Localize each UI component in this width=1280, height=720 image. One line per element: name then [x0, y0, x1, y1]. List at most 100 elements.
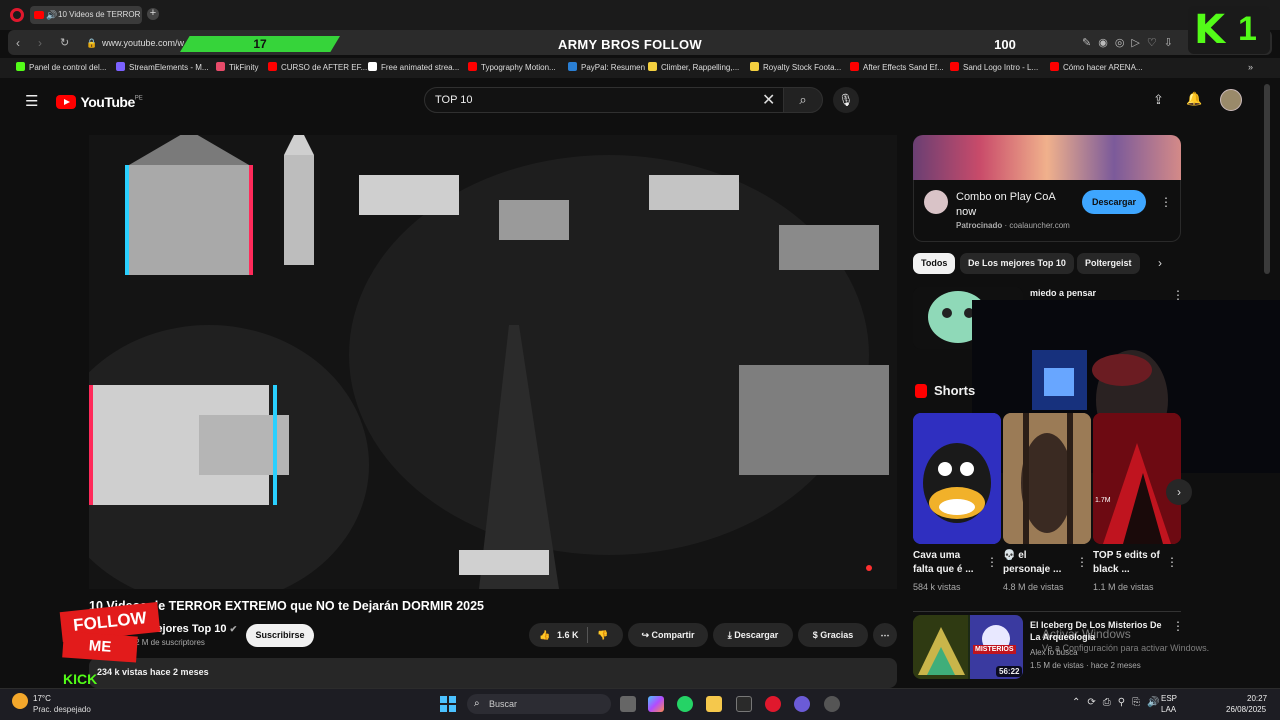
copilot-icon[interactable]: [648, 696, 664, 712]
epic-games-icon[interactable]: [736, 696, 752, 712]
file-explorer-icon[interactable]: [706, 696, 722, 712]
bookmark-item[interactable]: After Effects Sand Ef...: [850, 62, 944, 72]
bookmark-favicon-icon: [850, 62, 859, 71]
short-thumbnail-2[interactable]: [1003, 413, 1091, 544]
more-actions-button[interactable]: ⋯: [873, 623, 897, 647]
like-icon[interactable]: 👍: [539, 623, 550, 647]
ad-title[interactable]: Combo on Play CoA now: [956, 190, 1076, 220]
video-frame: [89, 135, 897, 589]
browser-tab-bar: [0, 0, 1280, 30]
download-button[interactable]: ⤓ Descargar: [713, 623, 793, 647]
shorts-icon: [915, 384, 927, 398]
youtube-wordmark: YouTube: [80, 93, 135, 110]
clock-date[interactable]: 26/08/2025: [1226, 705, 1266, 714]
language-bottom[interactable]: LAA: [1161, 705, 1176, 714]
app-purple-icon[interactable]: [794, 696, 810, 712]
weather-sun-icon[interactable]: [12, 693, 28, 709]
forward-icon[interactable]: ›: [38, 36, 42, 50]
upload-icon[interactable]: ⇪: [1153, 92, 1164, 108]
rec2-meta: 1.5 M de vistas · hace 2 meses: [1030, 661, 1141, 670]
rec2-duration: 56:22: [996, 666, 1023, 677]
account-avatar[interactable]: [1220, 89, 1242, 111]
ad-app-icon[interactable]: [924, 190, 948, 214]
ad-download-button[interactable]: Descargar: [1082, 190, 1146, 214]
opera-menu-icon[interactable]: [10, 8, 24, 22]
overlay-counter-left: 17: [180, 36, 340, 52]
description-box[interactable]: [89, 658, 897, 688]
bookmark-item[interactable]: Panel de control del...: [16, 62, 106, 72]
windows-activation-title: Activar Windows: [1042, 627, 1131, 641]
short-1-more-icon[interactable]: ⋮: [986, 555, 998, 569]
download-icon: ⤓: [727, 630, 732, 640]
rec1-title[interactable]: miedo a pensar: [1030, 288, 1096, 298]
bookmark-item[interactable]: StreamElements - M...: [116, 62, 209, 72]
search-button[interactable]: ⌕: [783, 87, 823, 113]
back-icon[interactable]: ‹: [16, 36, 20, 50]
like-count[interactable]: 1.6 K: [557, 623, 579, 647]
opera-taskbar-icon[interactable]: [765, 696, 781, 712]
short-3-art: [1093, 413, 1181, 544]
microphone-icon[interactable]: 🎙: [833, 87, 859, 113]
lock-icon[interactable]: 🔒: [86, 38, 97, 49]
url-field[interactable]: www.youtube.com/w: [102, 38, 184, 48]
short-thumbnail-1[interactable]: [913, 413, 1001, 544]
bookmark-favicon-icon: [468, 62, 477, 71]
weather-description[interactable]: Prac. despejado: [33, 705, 91, 714]
video-player[interactable]: [89, 135, 897, 589]
share-label: Compartir: [651, 630, 695, 640]
reload-icon[interactable]: ↻: [60, 36, 69, 49]
subscribe-button[interactable]: Suscribirse: [246, 624, 314, 647]
rec2-more-icon[interactable]: ⋮: [1172, 619, 1184, 633]
new-tab-button[interactable]: +: [147, 8, 159, 20]
language-top[interactable]: ESP: [1161, 694, 1177, 703]
chip-todos[interactable]: Todos: [913, 253, 956, 274]
bookmark-item[interactable]: Cómo hacer ARENA...: [1050, 62, 1143, 72]
bookmark-label: StreamElements - M...: [129, 63, 209, 72]
bookmark-item[interactable]: Royalty Stock Foota...: [750, 62, 841, 72]
bookmark-item[interactable]: Free animated strea...: [368, 62, 459, 72]
ad-banner-image[interactable]: [913, 135, 1181, 180]
youtube-logo[interactable]: YouTubePE: [56, 93, 143, 111]
page-scrollbar[interactable]: [1264, 84, 1270, 274]
short-2-more-icon[interactable]: ⋮: [1076, 555, 1088, 569]
whatsapp-icon[interactable]: [677, 696, 693, 712]
short-3-more-icon[interactable]: ⋮: [1166, 555, 1178, 569]
bookmark-item[interactable]: Climber, Rappelling,...: [648, 62, 739, 72]
notifications-bell-icon[interactable]: 🔔: [1186, 91, 1202, 107]
chevron-right-icon[interactable]: ›: [1158, 256, 1162, 270]
app-settings-icon[interactable]: [824, 696, 840, 712]
thanks-button[interactable]: $ Gracias: [798, 623, 868, 647]
speaker-icon[interactable]: 🔊: [46, 6, 57, 24]
ad-more-icon[interactable]: ⋮: [1160, 195, 1172, 209]
short-title-3[interactable]: TOP 5 edits of black ...: [1093, 549, 1163, 577]
short-thumbnail-3[interactable]: 1.7M: [1093, 413, 1181, 544]
search-input[interactable]: TOP 10: [424, 87, 784, 113]
clock-time[interactable]: 20:27: [1247, 694, 1267, 703]
taskbar-search-box[interactable]: ⌕ Buscar: [467, 694, 611, 714]
system-tray-icons[interactable]: ⌃⟳⎙⚲⎘🔊: [1072, 697, 1167, 708]
address-bar-icons[interactable]: ✎◉◎▷♡⇩: [1082, 36, 1180, 49]
bookmark-item[interactable]: CURSO de AFTER EF...: [268, 62, 367, 72]
hamburger-menu-icon[interactable]: ☰: [25, 92, 38, 110]
weather-temperature[interactable]: 17°C: [33, 694, 51, 703]
share-button[interactable]: ↪ Compartir: [628, 623, 708, 647]
bookmarks-overflow-icon[interactable]: »: [1248, 62, 1253, 72]
bookmark-item[interactable]: TikFinity: [216, 62, 258, 72]
shorts-next-button[interactable]: ›: [1166, 479, 1192, 505]
windows-start-icon[interactable]: [440, 696, 456, 712]
ad-domain: coalauncher.com: [1009, 221, 1070, 230]
chip-poltergeist[interactable]: Poltergeist: [1077, 253, 1140, 274]
browser-tab[interactable]: 🔊 10 Videos de TERROR: [30, 6, 142, 24]
clear-search-icon[interactable]: ✕: [762, 90, 775, 110]
taskbar-search-placeholder: Buscar: [489, 699, 518, 709]
task-view-icon[interactable]: [620, 696, 636, 712]
bookmark-label: TikFinity: [229, 63, 259, 72]
bookmark-item[interactable]: PayPal: Resumen: [568, 62, 645, 72]
bookmark-item[interactable]: Typography Motion...: [468, 62, 556, 72]
dislike-icon[interactable]: 👎: [597, 623, 608, 647]
bookmark-favicon-icon: [1050, 62, 1059, 71]
bookmark-item[interactable]: Sand Logo Intro - L...: [950, 62, 1038, 72]
chip-top10[interactable]: De Los mejores Top 10: [960, 253, 1074, 274]
short-title-1[interactable]: Cava uma falta que é ...: [913, 549, 983, 577]
short-title-2[interactable]: 💀 el personaje ...: [1003, 549, 1073, 577]
